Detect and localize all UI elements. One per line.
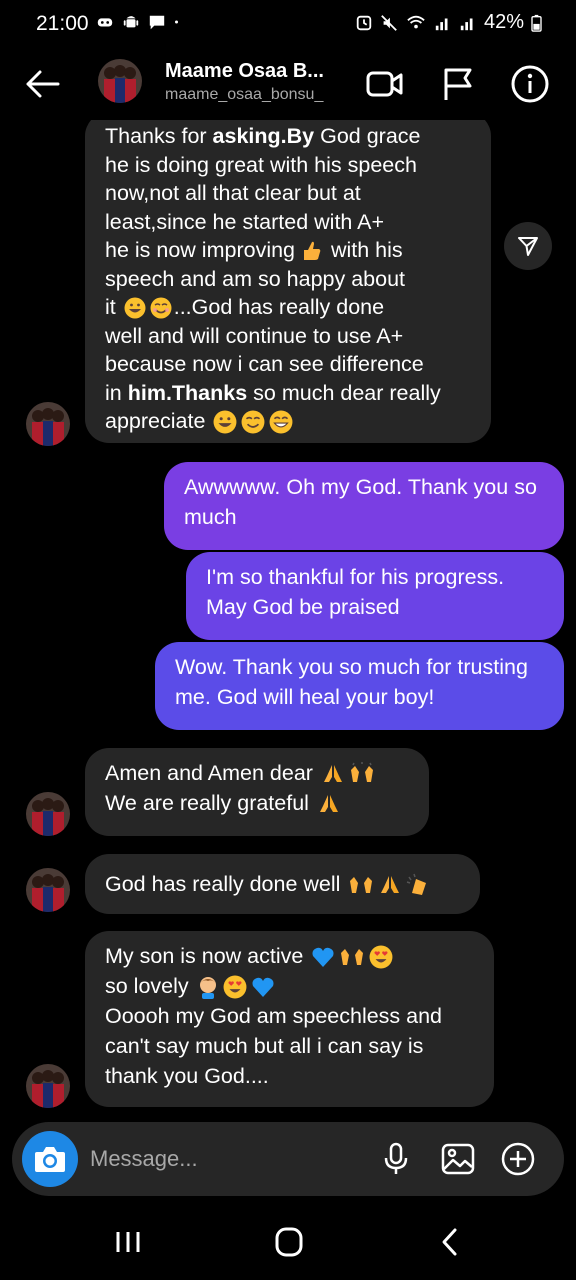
contact-username[interactable]: maame_osaa_bonsu_ [165,86,323,104]
camera-button[interactable] [22,1131,78,1187]
home-icon[interactable] [265,1222,313,1262]
add-icon[interactable] [500,1141,536,1177]
battery-percent: 42% [483,11,524,33]
android-icon [123,16,139,28]
chat-notification-icon [149,15,165,30]
grinning-face-emoji-icon [124,297,146,319]
incoming-message[interactable]: My son is now active so lovely Ooooh my … [85,931,494,1107]
avatar[interactable] [26,868,70,912]
incoming-message[interactable]: Amen and Amen dear We are really gratefu… [85,748,429,836]
beaming-face-emoji-icon [269,410,293,434]
instagram-dm-screen: 21:00 42% Maame Osaa B... maame_osaa_bon… [0,0,576,1280]
status-time: 21:00 [36,12,89,35]
signal-icon [435,18,448,30]
signal-icon-2 [460,18,473,30]
system-status-icons: 42% [355,11,542,34]
gallery-icon[interactable] [440,1141,476,1177]
clapping-hands-emoji-icon [407,874,427,896]
camera-icon [35,1147,65,1172]
wifi-icon [407,15,425,28]
flag-icon[interactable] [436,62,480,106]
outgoing-message[interactable]: Awwwww. Oh my God. Thank you so much [164,462,564,550]
smiling-face-emoji-icon [241,410,265,434]
raising-hands-emoji-icon [341,949,364,966]
blue-heart-emoji-icon [312,948,334,968]
smiling-face-emoji-icon [150,297,172,319]
contact-name[interactable]: Maame Osaa B... [165,60,324,83]
alarm-icon [356,15,372,30]
conversation-header: Maame Osaa B... maame_osaa_bonsu_ [0,48,576,120]
avatar[interactable] [98,59,142,103]
system-navigation-bar [0,1200,576,1280]
gamepad-icon [97,18,113,27]
mute-icon [381,14,397,31]
folded-hands-emoji-icon [319,795,338,813]
blue-heart-emoji-icon [252,978,274,998]
thumbs-up-emoji-icon [303,242,321,261]
microphone-icon[interactable] [378,1141,414,1177]
back-arrow-icon[interactable] [20,62,64,106]
boy-emoji-icon [199,977,216,1000]
raising-hands-emoji-icon [350,762,373,783]
outgoing-message[interactable]: I'm so thankful for his progress. May Go… [186,552,564,640]
send-icon [518,237,538,256]
battery-icon [531,14,542,32]
folded-hands-emoji-icon [381,876,400,894]
share-button[interactable] [504,222,552,270]
info-icon[interactable] [508,62,552,106]
message-composer [12,1122,564,1196]
folded-hands-emoji-icon [323,765,342,783]
heart-eyes-emoji-icon [369,945,393,969]
status-bar: 21:00 42% [0,0,576,48]
raising-hands-emoji-icon [350,877,373,894]
heart-eyes-emoji-icon [223,975,247,999]
message-input[interactable] [90,1139,370,1179]
recent-apps-icon[interactable] [104,1222,152,1262]
avatar[interactable] [26,1064,70,1108]
outgoing-message[interactable]: Wow. Thank you so much for trusting me. … [155,642,564,730]
video-call-icon[interactable] [363,62,407,106]
avatar[interactable] [26,792,70,836]
dot-icon [175,20,178,24]
incoming-message[interactable]: Thanks for asking.By God grace he is doi… [85,120,491,443]
avatar[interactable] [26,402,70,446]
notification-icons [96,13,184,31]
incoming-message[interactable]: God has really done well [85,854,480,914]
message-thread[interactable]: Thanks for asking.By God grace he is doi… [0,120,576,1120]
grinning-face-emoji-icon [213,410,237,434]
back-nav-icon[interactable] [426,1222,474,1262]
